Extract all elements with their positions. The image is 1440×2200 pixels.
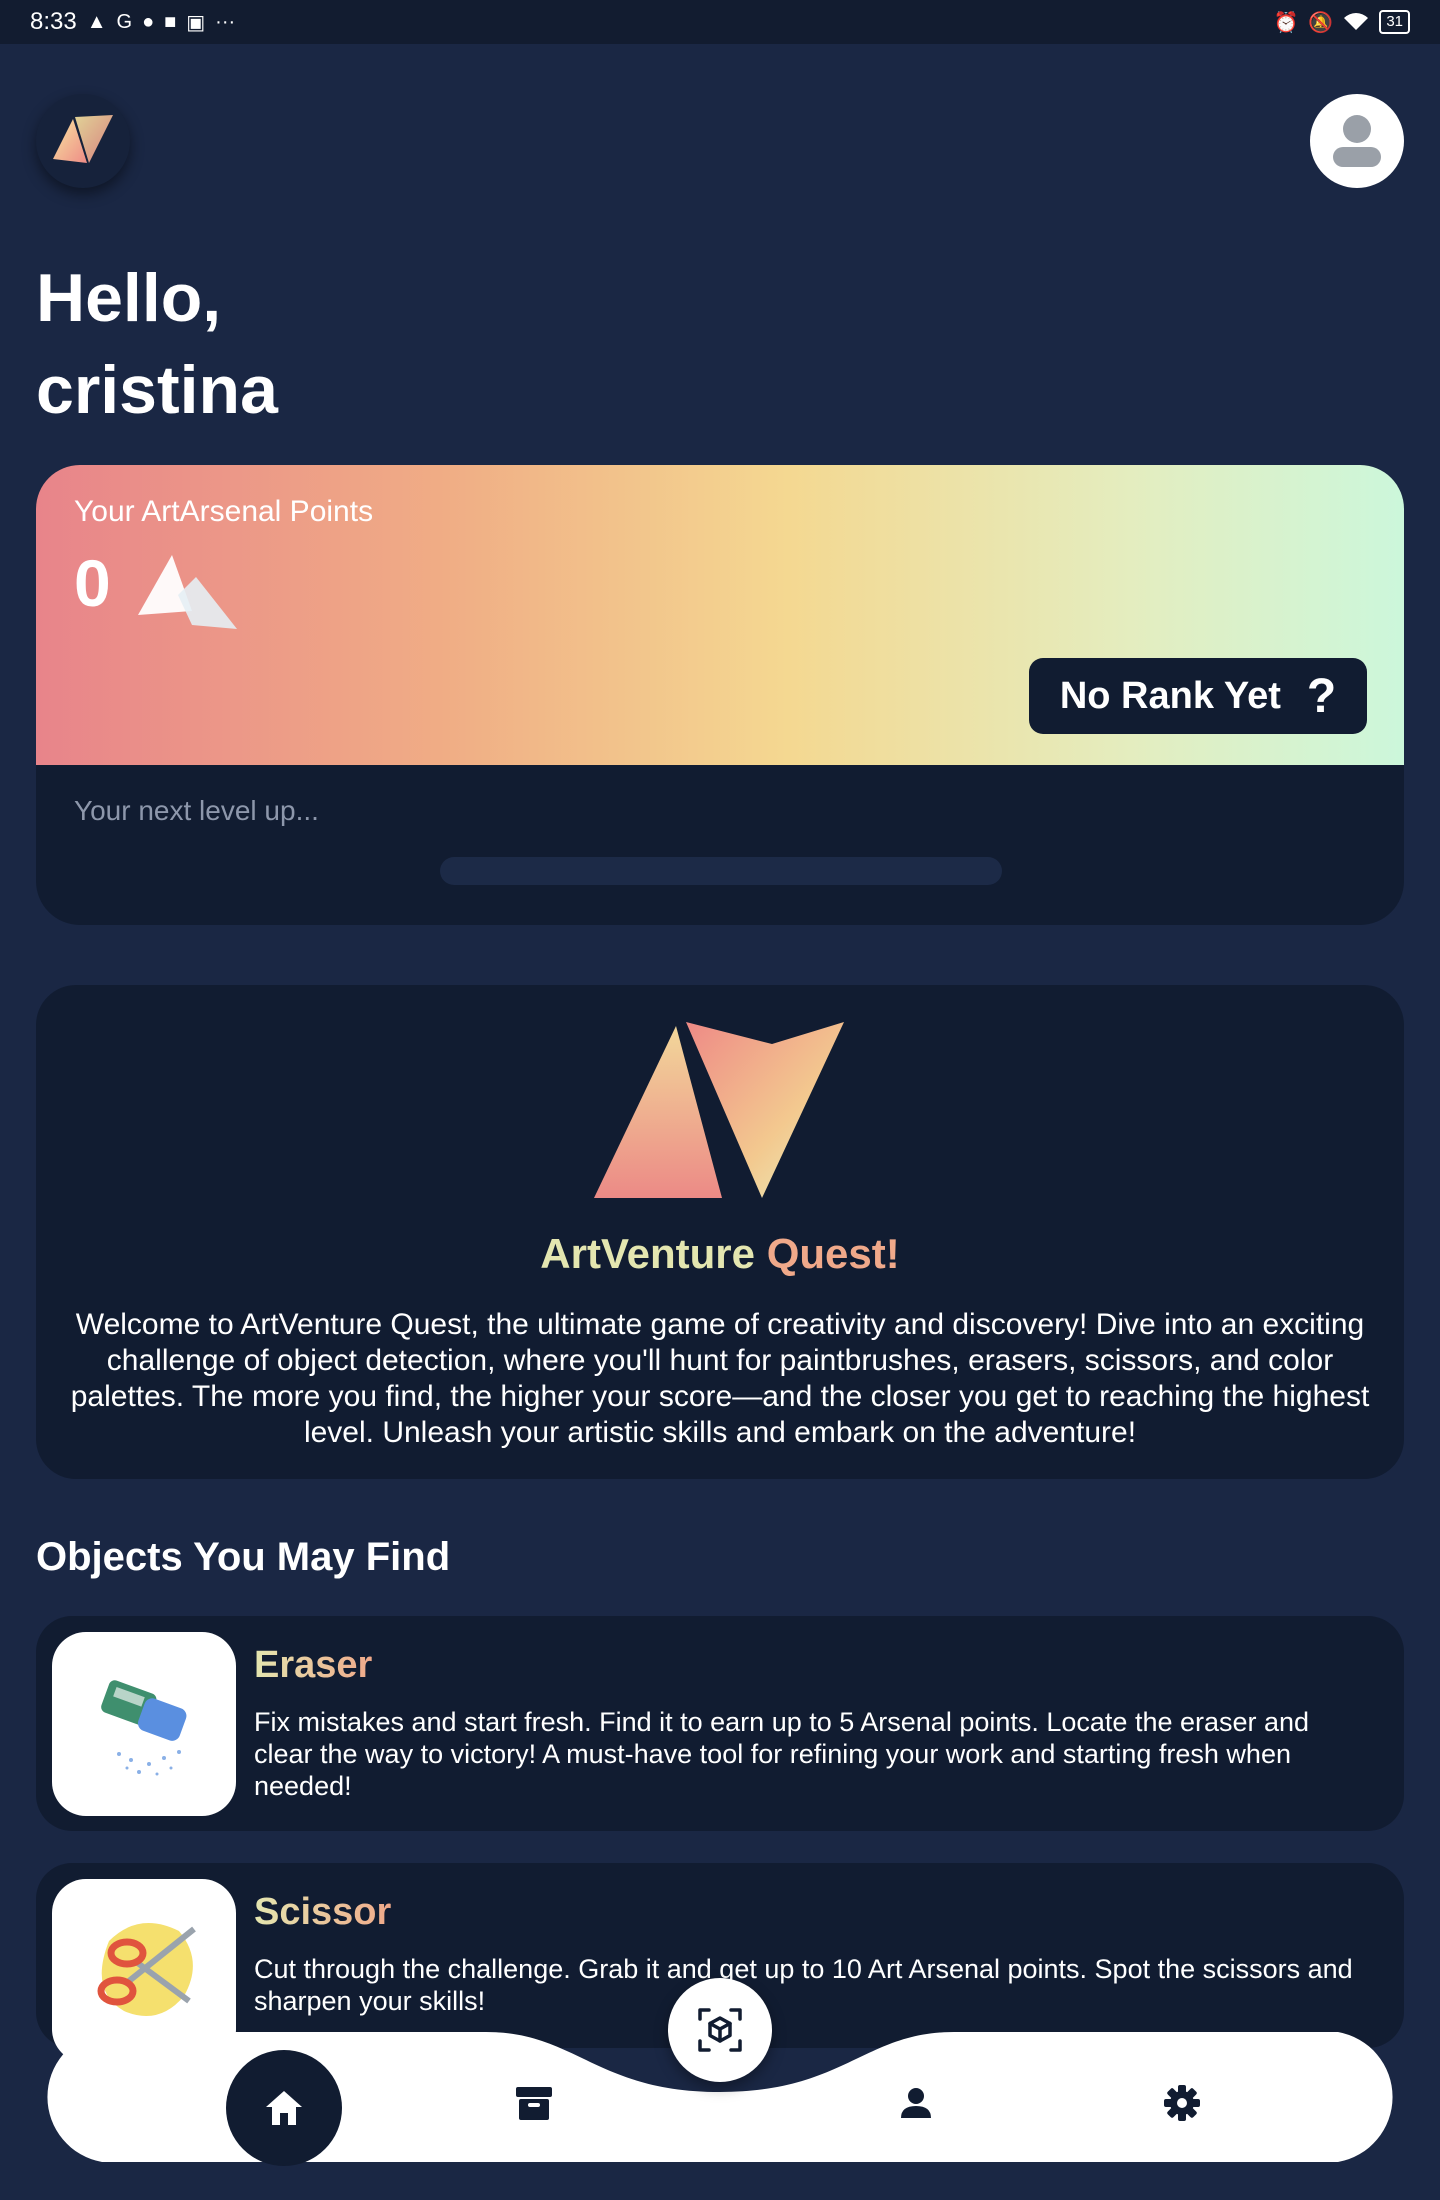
a-icon: ▲ [86,10,107,33]
archive-icon [516,2087,552,2120]
points-mark-icon [138,555,237,629]
greeting-username: cristina [36,352,278,428]
quest-card: ArtVenture Quest! Welcome to ArtVenture … [36,985,1404,1479]
points-card: Your ArtArsenal Points 0 No Rank Yet ? Y… [36,465,1404,925]
profile-avatar[interactable] [1310,94,1404,188]
nav-profile-button[interactable] [888,2075,944,2131]
points-label: Your ArtArsenal Points [74,495,374,528]
app-logo[interactable] [36,94,130,188]
greeting: Hello, cristina [36,252,836,436]
rank-help-icon: ? [1306,669,1337,723]
quest-title-part2: Quest! [766,1230,900,1277]
wifi-icon [1344,13,1369,30]
battery-indicator: 31 [1379,10,1410,34]
object-name: Eraser [254,1644,373,1686]
object-card-eraser[interactable]: Eraser Fix mistakes and start fresh. Fin… [36,1616,1404,1831]
next-level-label: Your next level up... [74,795,319,826]
eraser-icon [101,1680,187,1776]
app-logo-icon [53,115,113,163]
scissor-icon [97,1923,196,2016]
points-value: 0 [74,546,111,620]
google-icon: G [116,10,133,33]
scan-button[interactable] [668,1978,772,2082]
quest-logo-icon [594,1022,844,1198]
settings-icon [1164,2085,1200,2121]
quest-description: Welcome to ArtVenture Quest, the ultimat… [70,1308,1370,1449]
object-name: Scissor [254,1891,392,1933]
greeting-line1: Hello, [36,260,222,336]
points-gradient-panel: Your ArtArsenal Points 0 No Rank Yet ? [36,465,1404,765]
object-description: Fix mistakes and start fresh. Find it to… [254,1707,1310,1801]
user-icon [1333,115,1381,167]
level-progress-bar [440,857,1002,885]
status-bar: 8:33 ▲ G ● ■ ▣ ··· ⏰ 🔕 31 [0,0,1440,44]
home-icon [266,2091,302,2125]
status-time: 8:33 [30,8,77,35]
rank-label: No Rank Yet [1059,674,1281,717]
more-icon: ··· [215,10,236,33]
scan-icon [698,2008,742,2052]
status-right: ⏰ 🔕 31 [1273,10,1410,35]
c-icon: ● [142,10,155,33]
status-left: 8:33 ▲ G ● ■ ▣ ··· [30,8,235,36]
nav-archive-button[interactable] [506,2075,562,2131]
app-icon: ▣ [186,11,206,34]
mute-icon: 🔕 [1308,11,1334,34]
rank-button[interactable]: No Rank Yet ? [1029,658,1367,734]
nav-settings-button[interactable] [1154,2075,1210,2131]
alarm-icon: ⏰ [1273,11,1299,34]
quest-title-part1: ArtVenture [540,1230,756,1277]
quest-title: ArtVenture Quest! [36,1230,1404,1278]
bag-icon: ■ [164,10,177,33]
eraser-thumbnail [52,1632,236,1816]
objects-section-title: Objects You May Find [36,1535,451,1579]
nav-home-button[interactable] [226,2050,342,2166]
object-description: Cut through the challenge. Grab it and g… [254,1954,1353,2016]
person-icon [901,2088,931,2118]
